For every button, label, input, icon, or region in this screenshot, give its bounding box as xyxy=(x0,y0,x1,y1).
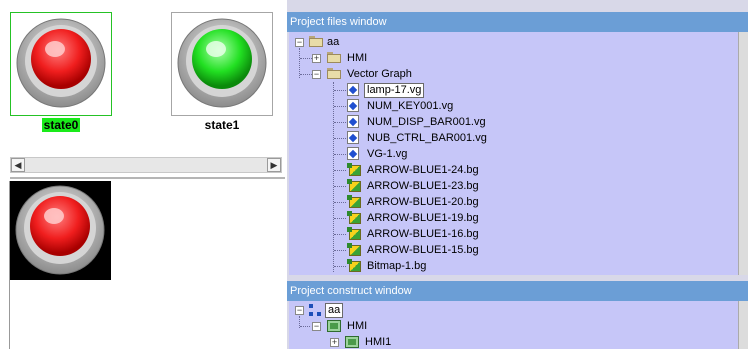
tree-item-file[interactable]: ARROW-BLUE1-24.bg xyxy=(367,162,479,178)
vector-graph-file-icon xyxy=(347,131,359,144)
red-lamp-icon xyxy=(16,18,106,108)
tree-item-file[interactable]: ARROW-BLUE1-16.bg xyxy=(367,226,479,242)
tree-expand-icon[interactable]: + xyxy=(330,338,339,347)
tree-collapse-icon[interactable]: − xyxy=(295,306,304,315)
bitmap-file-icon xyxy=(347,243,361,256)
project-construct-titlebar[interactable]: Project construct window xyxy=(287,281,748,301)
vector-graph-file-icon xyxy=(347,83,359,96)
tree-collapse-icon[interactable]: − xyxy=(312,322,321,331)
state-list-scrollbar[interactable]: ◀ ▶ xyxy=(10,157,282,173)
state-card-0[interactable] xyxy=(10,12,112,116)
state-list: state0 state1 xyxy=(10,12,280,172)
tree-item-file[interactable]: NUM_DISP_BAR001.vg xyxy=(367,114,486,130)
tree-item-file[interactable]: ARROW-BLUE1-15.bg xyxy=(367,242,479,258)
bitmap-file-icon xyxy=(347,227,361,240)
folder-icon xyxy=(327,52,341,63)
project-files-titlebar[interactable]: Project files window xyxy=(287,12,748,32)
bitmap-file-icon xyxy=(347,179,361,192)
project-panes: Project files window − aa + HMI − Vector… xyxy=(287,0,748,349)
state-label-1: state1 xyxy=(204,118,240,132)
bitmap-file-icon xyxy=(347,163,361,176)
red-lamp-preview-icon xyxy=(15,185,105,275)
hmi-icon xyxy=(345,336,359,348)
scroll-left-arrow-icon[interactable]: ◀ xyxy=(11,158,25,172)
vector-graph-file-icon xyxy=(347,115,359,128)
tree-item-hmi1[interactable]: HMI1 xyxy=(365,334,391,349)
panel-splitter[interactable] xyxy=(10,177,285,179)
state-card-1[interactable] xyxy=(171,12,273,116)
state-editor-panel: state0 state1 ◀ ▶ xyxy=(0,0,285,349)
tree-collapse-icon[interactable]: − xyxy=(295,38,304,47)
folder-icon xyxy=(309,36,323,47)
bitmap-file-icon xyxy=(347,259,361,272)
project-files-tree[interactable]: − aa + HMI − Vector Graph lamp-17.vg NUM… xyxy=(289,32,738,275)
folder-icon xyxy=(327,68,341,79)
green-lamp-icon xyxy=(177,18,267,108)
tree-item-hmi[interactable]: HMI xyxy=(347,50,367,66)
tree-collapse-icon[interactable]: − xyxy=(312,70,321,79)
hmi-icon xyxy=(327,320,341,332)
state-preview-canvas[interactable] xyxy=(10,181,111,280)
app-window: state0 state1 ◀ ▶ Project files window −… xyxy=(0,0,748,349)
tree-item-root[interactable]: aa xyxy=(327,34,339,50)
vector-graph-file-icon xyxy=(347,99,359,112)
project-icon xyxy=(309,304,322,317)
tree-item-file[interactable]: NUB_CTRL_BAR001.vg xyxy=(367,130,487,146)
tree-item-vector-graph[interactable]: Vector Graph xyxy=(347,66,412,82)
bitmap-file-icon xyxy=(347,211,361,224)
state-label-0: state0 xyxy=(41,118,81,132)
tree-item-hmi[interactable]: HMI xyxy=(347,318,367,334)
tree-item-file[interactable]: ARROW-BLUE1-20.bg xyxy=(367,194,479,210)
project-construct-scrollbar[interactable] xyxy=(738,301,748,349)
tree-item-file[interactable]: NUM_KEY001.vg xyxy=(367,98,453,114)
scroll-right-arrow-icon[interactable]: ▶ xyxy=(267,158,281,172)
bitmap-file-icon xyxy=(347,195,361,208)
tree-item-file[interactable]: Bitmap-1.bg xyxy=(367,258,426,274)
project-files-scrollbar[interactable] xyxy=(738,32,748,275)
vector-graph-file-icon xyxy=(347,147,359,160)
project-construct-tree[interactable]: − aa − HMI + HMI1 xyxy=(289,301,738,349)
tree-expand-icon[interactable]: + xyxy=(312,54,321,63)
tree-item-file[interactable]: VG-1.vg xyxy=(367,146,407,162)
tree-item-file[interactable]: ARROW-BLUE1-19.bg xyxy=(367,210,479,226)
tree-item-file[interactable]: ARROW-BLUE1-23.bg xyxy=(367,178,479,194)
